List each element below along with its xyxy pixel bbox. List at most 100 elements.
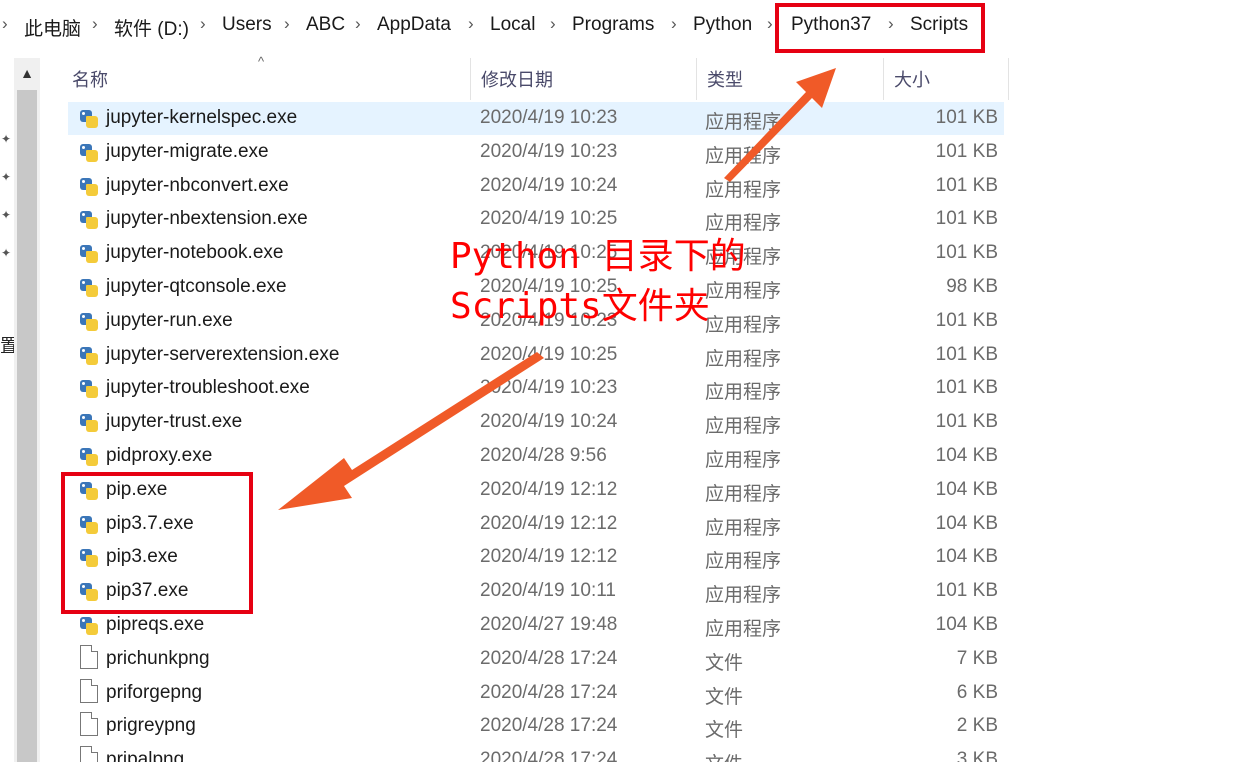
file-type: 文件	[705, 686, 744, 708]
breadcrumb-drive-d[interactable]: 软件 (D:)	[114, 14, 189, 41]
python-exe-icon	[78, 311, 100, 333]
file-type: 应用程序	[705, 382, 782, 404]
chevron-right-icon[interactable]: ›	[355, 14, 361, 34]
file-type: 应用程序	[705, 112, 782, 133]
file-date: 2020/4/28 9:56	[480, 445, 607, 466]
chevron-right-icon[interactable]: ›	[200, 14, 206, 34]
python-exe-icon	[78, 345, 100, 367]
file-size: 104 KB	[935, 512, 998, 534]
file-type: 应用程序	[705, 483, 782, 505]
file-name: jupyter-migrate.exe	[106, 140, 269, 162]
file-type: 应用程序	[705, 179, 782, 201]
breadcrumb-python[interactable]: Python	[693, 14, 752, 36]
file-type: 应用程序	[705, 145, 782, 167]
file-name: jupyter-qtconsole.exe	[106, 276, 287, 297]
annotation-text-line1: Python 目录下的	[450, 236, 746, 277]
file-date: 2020/4/19 10:25	[480, 343, 618, 365]
chevron-right-icon[interactable]: ›	[92, 14, 98, 34]
table-row[interactable]: pripalpng 2020/4/28 17:24 文件 3 KB	[68, 744, 1004, 762]
address-bar[interactable]: › 此电脑 › 软件 (D:) › Users › ABC › AppData …	[0, 0, 1252, 52]
column-header-date[interactable]: 修改日期	[471, 58, 696, 100]
chevron-right-icon[interactable]: ›	[284, 14, 290, 34]
python-exe-icon	[78, 277, 100, 299]
file-date: 2020/4/19 10:11	[480, 580, 616, 602]
file-type: 文件	[705, 652, 744, 674]
file-date: 2020/4/19 12:12	[480, 478, 618, 500]
breadcrumb-appdata[interactable]: AppData	[377, 14, 451, 36]
breadcrumb-local[interactable]: Local	[490, 14, 535, 36]
file-type: 应用程序	[705, 348, 782, 370]
file-size: 101 KB	[935, 377, 998, 399]
table-row[interactable]: prigreypng 2020/4/28 17:24 文件 2 KB	[68, 710, 1004, 743]
file-type: 文件	[705, 720, 744, 742]
scroll-up-icon[interactable]: ▲	[14, 58, 40, 88]
vertical-scrollbar[interactable]: ▲	[14, 58, 40, 762]
file-name: prichunkpng	[106, 647, 210, 669]
column-header-type[interactable]: 类型	[697, 58, 883, 100]
chevron-right-icon[interactable]: ›	[468, 14, 474, 34]
python-exe-icon	[78, 209, 100, 231]
python-exe-icon	[78, 176, 100, 198]
file-size: 101 KB	[935, 208, 998, 230]
python-exe-icon	[78, 446, 100, 468]
table-row[interactable]: jupyter-troubleshoot.exe 2020/4/19 10:23 应…	[68, 372, 1004, 405]
file-name: jupyter-kernelspec.exe	[106, 107, 298, 128]
highlight-box-pip-files	[61, 472, 253, 614]
column-header-label: 大小	[894, 70, 930, 90]
file-icon	[80, 678, 98, 703]
column-header-label: 修改日期	[481, 70, 553, 90]
pin-icon[interactable]: ✦	[1, 132, 11, 146]
file-size: 6 KB	[956, 681, 998, 703]
file-date: 2020/4/28 17:24	[480, 715, 618, 737]
file-size: 7 KB	[956, 647, 998, 669]
column-header-label: 类型	[707, 70, 743, 90]
file-name: priforgepng	[106, 681, 203, 703]
breadcrumb-users[interactable]: Users	[222, 14, 272, 36]
file-size: 101 KB	[935, 242, 998, 264]
table-row[interactable]: priforgepng 2020/4/28 17:24 文件 6 KB	[68, 677, 1004, 710]
file-size: 101 KB	[935, 107, 998, 128]
breadcrumb-programs[interactable]: Programs	[572, 14, 654, 36]
table-row[interactable]: prichunkpng 2020/4/28 17:24 文件 7 KB	[68, 643, 1004, 676]
pin-icon[interactable]: ✦	[1, 208, 11, 222]
pin-icon[interactable]: ✦	[1, 246, 11, 260]
file-size: 101 KB	[935, 174, 998, 196]
file-type: 应用程序	[705, 416, 782, 438]
file-type: 应用程序	[705, 551, 782, 573]
breadcrumb-this-pc[interactable]: 此电脑	[24, 14, 81, 41]
chevron-right-icon[interactable]: ›	[671, 14, 677, 34]
column-header-size[interactable]: 大小	[884, 58, 1008, 100]
file-size: 101 KB	[935, 411, 998, 433]
file-date: 2020/4/19 10:23	[480, 377, 618, 399]
file-name: jupyter-nbconvert.exe	[106, 174, 289, 196]
nav-item-label[interactable]: 置	[0, 332, 14, 358]
table-row[interactable]: jupyter-trust.exe 2020/4/19 10:24 应用程序 101 …	[68, 406, 1004, 439]
table-row[interactable]: jupyter-migrate.exe 2020/4/19 10:23 应用程序 10…	[68, 136, 1004, 169]
column-header-name[interactable]: 名称	[62, 58, 470, 100]
chevron-right-icon[interactable]: ›	[767, 14, 773, 34]
file-size: 104 KB	[935, 445, 998, 466]
file-type: 应用程序	[705, 517, 782, 539]
table-row[interactable]: jupyter-kernelspec.exe 2020/4/19 10:23 应用程…	[68, 102, 1004, 135]
table-row[interactable]: pidproxy.exe 2020/4/28 9:56 应用程序 104 KB	[68, 440, 1004, 473]
file-icon	[80, 644, 98, 669]
table-row[interactable]: jupyter-nbconvert.exe 2020/4/19 10:24 应用程序…	[68, 170, 1004, 203]
breadcrumb-abc[interactable]: ABC	[306, 14, 345, 36]
file-name: pidproxy.exe	[106, 445, 213, 466]
column-divider[interactable]	[1008, 58, 1009, 100]
file-type: 应用程序	[705, 585, 782, 607]
table-row[interactable]: jupyter-serverextension.exe 2020/4/19 10:…	[68, 339, 1004, 372]
file-name: jupyter-trust.exe	[106, 411, 243, 433]
file-name: prigreypng	[106, 715, 196, 737]
file-type: 应用程序	[705, 619, 782, 640]
python-exe-icon	[78, 243, 100, 265]
file-type: 应用程序	[705, 450, 782, 471]
pin-icon[interactable]: ✦	[1, 170, 11, 184]
chevron-right-icon[interactable]: ›	[2, 14, 8, 34]
chevron-right-icon[interactable]: ›	[550, 14, 556, 34]
column-header-label: 名称	[72, 70, 108, 90]
scrollbar-thumb[interactable]	[17, 90, 37, 762]
file-icon	[80, 746, 98, 762]
file-name: jupyter-nbextension.exe	[106, 208, 308, 230]
file-name: jupyter-serverextension.exe	[106, 343, 340, 365]
